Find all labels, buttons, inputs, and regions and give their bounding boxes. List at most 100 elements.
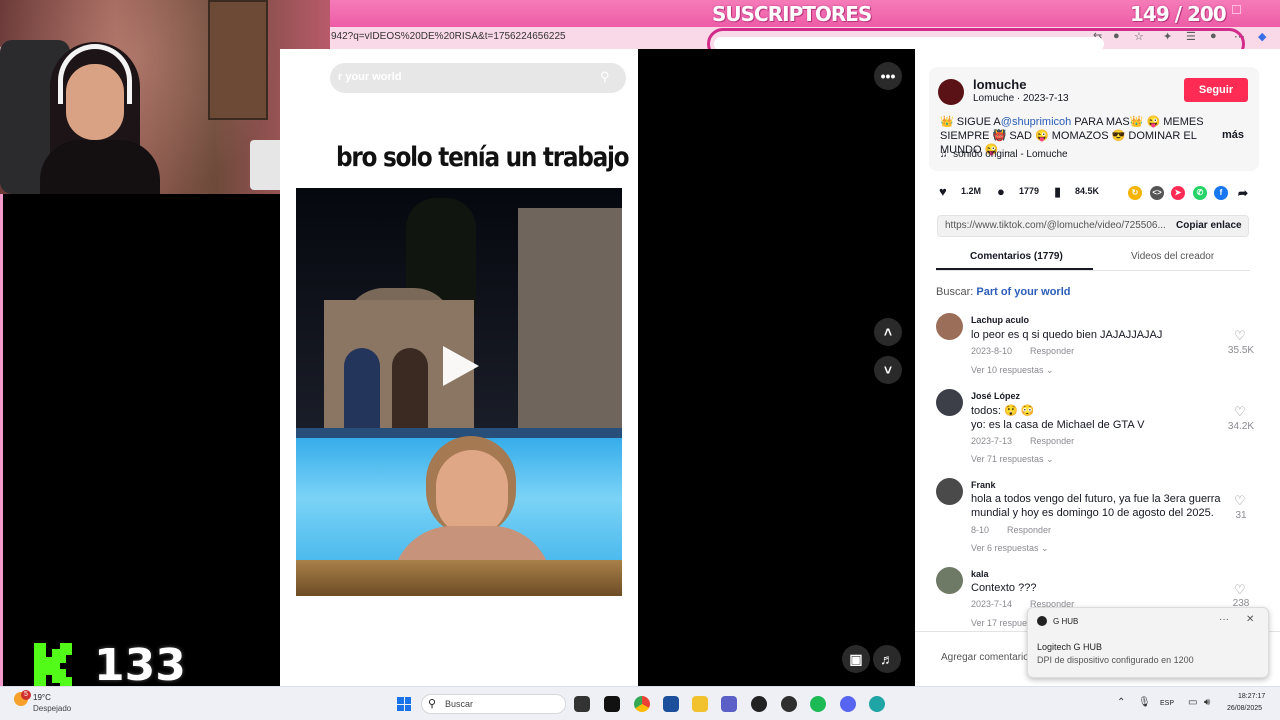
video-deck [296,560,622,596]
tray-expand-icon[interactable]: ⌃ [1117,697,1125,708]
discord-icon[interactable] [840,696,856,712]
comment-username[interactable]: Lachup aculo [971,315,1029,325]
search-suggestion-query: Part of your world [976,286,1071,298]
restore-icon[interactable] [1232,5,1241,14]
comment-like-count: 35.5K [1227,345,1255,356]
chevron-down-icon[interactable]: ˅ [874,356,902,384]
saves-count: 84.5K [1075,186,1100,196]
close-icon[interactable]: ✕ [1246,614,1254,625]
creator-subtitle: Lomuche · 2023-7-13 [973,93,1069,104]
comment-avatar[interactable] [936,567,963,594]
view-replies-button[interactable]: Ver 6 respuestas ⌄ [971,543,1049,554]
play-icon[interactable] [443,346,479,386]
task-view-icon[interactable] [574,696,590,712]
comment-like-icon[interactable]: ♡ [1234,404,1246,420]
windows-start-icon[interactable] [397,697,411,711]
view-replies-label: Ver 6 respuestas [971,543,1039,553]
webcam-shelf [208,0,268,120]
desc-mention[interactable]: @shuprimicoh [1001,116,1071,128]
comment-meta: 8-10 Responder [971,525,1051,535]
toast-more-icon[interactable]: ··· [1219,614,1229,625]
media-player-icon[interactable] [751,696,767,712]
screen: SUSCRIPTORES 149 / 200 942?q=vIDEOS%20DE… [0,0,1280,720]
reply-button[interactable]: Responder [1030,346,1074,356]
weather-badge: 5 [21,690,31,700]
chevron-up-icon[interactable]: ˄ [874,318,902,346]
search-suggestion[interactable]: Buscar: Part of your world [936,286,1070,298]
video-player[interactable] [296,188,622,596]
comment-like-icon[interactable]: ♡ [1234,493,1246,509]
comment-like-icon[interactable]: ♡ [1234,328,1246,344]
taskbar-search-input[interactable] [421,694,566,714]
comments-count: 1779 [1019,186,1040,196]
video-link-url[interactable]: https://www.tiktok.com/@lomuche/video/72… [945,220,1166,231]
facebook-icon[interactable]: f [1214,186,1228,200]
copilot-icon[interactable]: ◆ [1258,30,1266,43]
comment-username[interactable]: Frank [971,480,996,490]
reply-button[interactable]: Responder [1030,436,1074,446]
desc-part-1: 👑 SIGUE A [940,116,1001,128]
weather-temp[interactable]: 19°C [33,693,51,702]
creator-avatar[interactable] [938,79,964,105]
search-icon[interactable]: ⚲ [600,69,610,85]
comment-date: 2023-7-13 [971,436,1013,446]
comment-date: 2023-7-14 [971,599,1013,609]
copy-link-button[interactable]: Copiar enlace [1176,220,1242,231]
address-url[interactable]: 942?q=vIDEOS%20DE%20RISA&t=1756224656225 [331,31,566,42]
comment-text-line-2: yo: es la casa de Michael de GTA V [971,419,1145,431]
send-icon[interactable]: ➤ [1171,186,1185,200]
speaker-icon[interactable]: 🔊︎ [1204,697,1210,708]
tab-comments[interactable]: Comentarios (1779) [970,251,1063,262]
toast-app-name: G HUB [1053,617,1079,626]
comment-date: 2023-8-10 [971,346,1013,356]
tiktok-app-icon[interactable] [604,696,620,712]
store-icon[interactable] [663,696,679,712]
more-options-icon[interactable]: ••• [874,62,902,90]
view-replies-button[interactable]: Ver 10 respuestas ⌄ [971,365,1054,376]
clock-date[interactable]: 26/08/2025 [1227,705,1262,712]
follow-button[interactable]: Seguir [1184,78,1248,102]
comment-like-count: 31 [1235,510,1247,521]
likes-count: 1.2M [961,186,982,196]
clock-time[interactable]: 18:27:17 [1238,693,1265,700]
microphone-icon[interactable]: 🎙︎ [1138,697,1151,708]
comment-avatar[interactable] [936,313,963,340]
view-replies-button[interactable]: Ver 71 respuestas ⌄ [971,454,1054,465]
teams-icon[interactable] [721,696,737,712]
more-link[interactable]: más [1222,129,1244,141]
comment-meta: 2023-8-10 Responder [971,346,1074,356]
heart-icon[interactable]: ♥ [939,184,947,199]
webcam-body [40,140,160,194]
comment-username[interactable]: José López [971,391,1020,401]
comment-avatar[interactable] [936,478,963,505]
search-icon: ⚲ [428,698,437,710]
comment-input[interactable]: Agregar comentario... [941,652,1037,663]
chrome-icon[interactable] [634,696,650,712]
volume-icon[interactable]: ♬ [873,645,901,673]
bookmark-icon[interactable]: ▮ [1054,184,1061,200]
tab-creator-videos[interactable]: Videos del creador [1131,251,1214,262]
comment-avatar[interactable] [936,389,963,416]
miniplayer-icon[interactable]: ▣ [842,645,870,673]
creator-name[interactable]: lomuche [973,77,1026,92]
comment-username[interactable]: kala [971,569,989,579]
spotify-icon[interactable] [810,696,826,712]
share-arrow-icon[interactable]: ➦ [1236,186,1250,200]
whatsapp-icon[interactable]: ✆ [1193,186,1207,200]
weather-desc[interactable]: Despejado [33,704,71,713]
sound-name: sonido original - Lomuche [953,149,1068,160]
obs-icon[interactable] [781,696,797,712]
comment-icon[interactable]: ● [997,184,1005,199]
sound-link[interactable]: ♫ sonido original - Lomuche [940,149,1068,160]
edge-icon[interactable] [869,696,885,712]
tab-active-underline [936,268,1093,270]
comment-like-icon[interactable]: ♡ [1234,582,1246,598]
embed-icon[interactable]: <> [1150,186,1164,200]
language-indicator[interactable]: ESP [1160,700,1174,707]
repost-icon[interactable]: ↻ [1128,186,1142,200]
reply-button[interactable]: Responder [1007,525,1051,535]
network-icon[interactable]: ▭ [1188,697,1197,708]
kick-logo-icon [34,643,72,689]
file-explorer-icon[interactable] [692,696,708,712]
left-black-area [0,194,280,686]
